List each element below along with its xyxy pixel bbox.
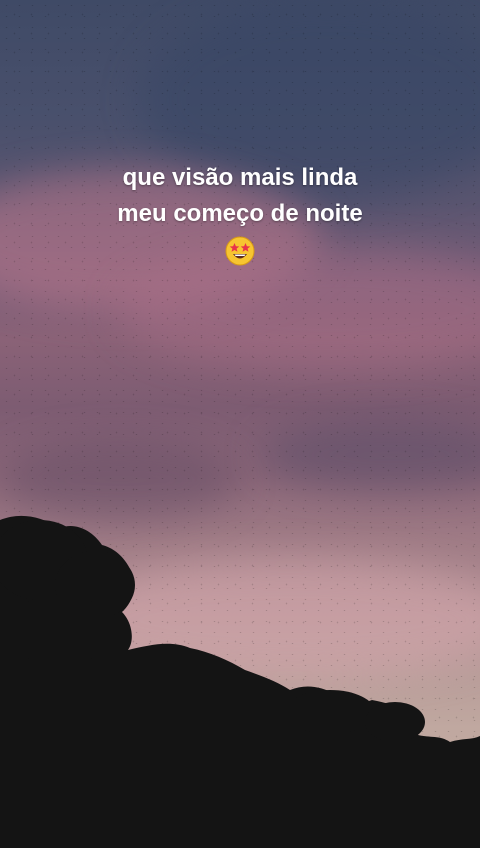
caption-line-1: que visão mais linda: [122, 164, 358, 191]
tree-silhouette: [0, 515, 480, 848]
sunset-sky-photo: que visão mais linda meu começo de noite: [0, 0, 480, 848]
story-caption: que visão mais linda meu começo de noite: [0, 160, 480, 277]
caption-line-2: meu começo de noite: [117, 200, 363, 227]
star-struck-emoji-icon: [225, 236, 255, 266]
